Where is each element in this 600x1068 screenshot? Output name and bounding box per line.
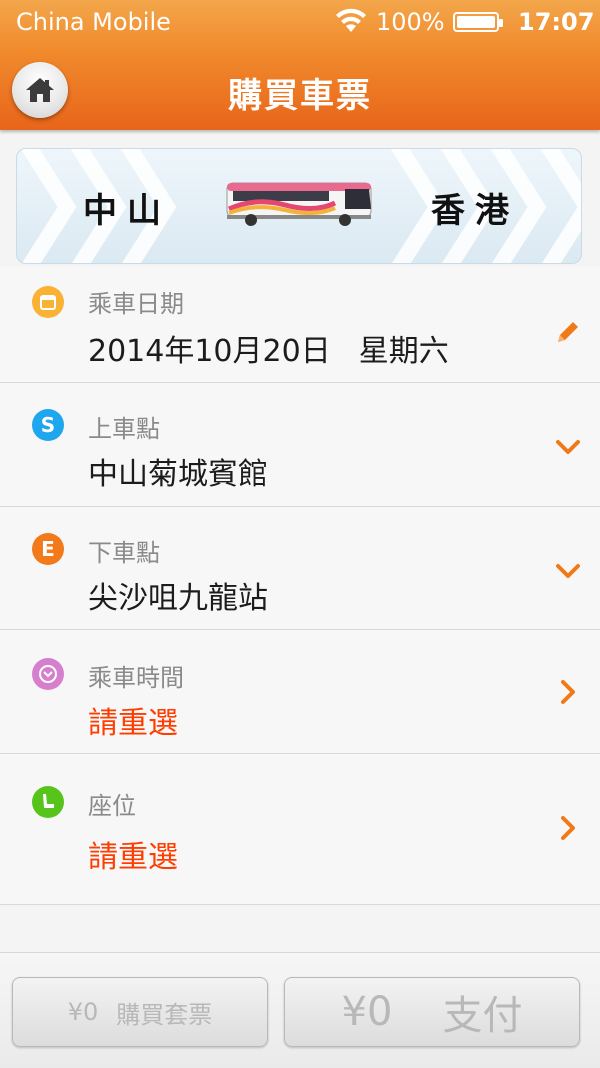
route-from: 中山 bbox=[83, 191, 171, 231]
pay-label: 支付 bbox=[442, 993, 523, 1039]
seat-value: 請重選 bbox=[88, 840, 178, 875]
status-bar: China Mobile 100% 17:07 bbox=[0, 0, 600, 44]
package-price: ¥0 bbox=[67, 998, 99, 1026]
dropoff-point-row[interactable]: E 下車點 尖沙咀九龍站 bbox=[0, 507, 600, 630]
chevron-down-icon[interactable] bbox=[554, 433, 582, 461]
chevron-right-icon[interactable] bbox=[554, 678, 582, 706]
end-icon: E bbox=[32, 533, 64, 565]
pickup-point-row[interactable]: S 上車點 中山菊城賓館 bbox=[0, 383, 600, 507]
ride-date: 2014年10月20日 bbox=[88, 334, 331, 369]
bus-icon bbox=[226, 182, 372, 226]
dropoff-point-label: 下車點 bbox=[88, 539, 160, 567]
buy-package-button[interactable]: ¥0 購買套票 bbox=[12, 977, 268, 1047]
battery-icon bbox=[453, 12, 503, 32]
route-banner: 中山 香港 bbox=[16, 148, 582, 264]
pickup-point-label: 上車點 bbox=[88, 415, 160, 443]
carrier-name: China Mobile bbox=[16, 8, 171, 36]
package-label: 購買套票 bbox=[116, 1000, 213, 1029]
seat-row[interactable]: 座位 請重選 bbox=[0, 754, 600, 905]
ride-date-row[interactable]: 乘車日期 2014年10月20日 星期六 bbox=[0, 266, 600, 383]
status-time: 17:07 bbox=[518, 8, 595, 36]
ride-time-row[interactable]: 乘車時間 請重選 bbox=[0, 630, 600, 754]
pay-price: ¥0 bbox=[341, 989, 393, 1035]
dropoff-point-value: 尖沙咀九龍站 bbox=[88, 581, 268, 616]
page-title: 購買車票 bbox=[228, 76, 372, 116]
bottom-bar: ¥0 購買套票 ¥0 支付 bbox=[0, 952, 600, 1068]
wifi-icon bbox=[336, 8, 366, 32]
chevron-right-icon[interactable] bbox=[554, 814, 582, 842]
start-icon: S bbox=[32, 409, 64, 441]
top-bar: China Mobile 100% 17:07 購買車票 bbox=[0, 0, 600, 130]
seat-label: 座位 bbox=[88, 792, 136, 820]
ride-date-value: 2014年10月20日 星期六 bbox=[88, 326, 449, 370]
clock-icon bbox=[32, 658, 64, 690]
battery-percent: 100% bbox=[376, 8, 445, 36]
ride-weekday: 星期六 bbox=[358, 334, 449, 369]
ride-time-value: 請重選 bbox=[88, 706, 178, 741]
ride-time-label: 乘車時間 bbox=[88, 664, 184, 692]
pay-button[interactable]: ¥0 支付 bbox=[284, 977, 580, 1047]
pickup-point-value: 中山菊城賓館 bbox=[88, 457, 268, 492]
ride-date-label: 乘車日期 bbox=[88, 290, 184, 318]
chevron-down-icon[interactable] bbox=[554, 557, 582, 585]
edit-icon[interactable] bbox=[554, 318, 582, 346]
route-to: 香港 bbox=[431, 191, 519, 231]
calendar-icon bbox=[32, 286, 64, 318]
seat-icon bbox=[32, 786, 64, 818]
